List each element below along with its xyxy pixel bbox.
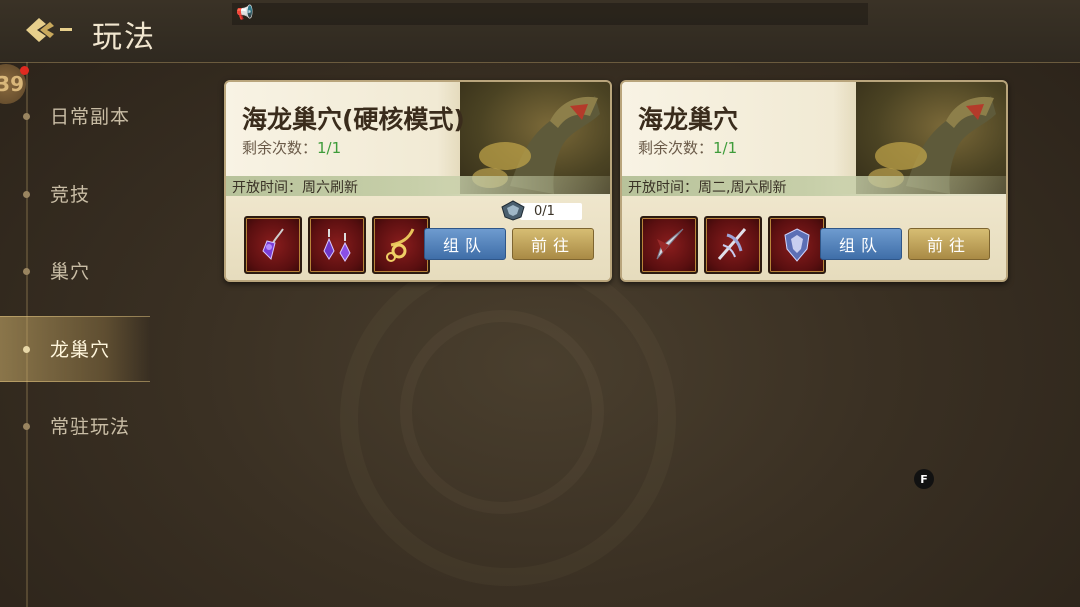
armor-icon [784, 228, 810, 262]
sidebar-item-label: 龙巢穴 [50, 339, 111, 361]
sidebar-item-label: 竞技 [50, 184, 91, 206]
claw-weapon-icon [717, 228, 747, 260]
remaining-value: 1/1 [317, 139, 342, 157]
team-button[interactable]: 组队 [424, 228, 506, 260]
remaining-label: 剩余次数： [242, 139, 318, 157]
nav-dot-icon [23, 268, 30, 275]
notification-dot [20, 66, 29, 75]
dungeon-card-hardcore: 海龙巢穴(硬核模式) 剩余次数：1/1 开放时间：周六刷新 0/1 组队 前往 [224, 80, 612, 282]
dungeon-card-normal: 海龙巢穴 剩余次数：1/1 开放时间：周二,周六刷新 组队 前往 [620, 80, 1008, 282]
dungeon-name: 海龙巢穴 [638, 105, 739, 134]
sidebar-item-label: 巢穴 [50, 261, 91, 283]
purple-pendant-icon [262, 228, 284, 260]
background-emblem-inner [400, 310, 604, 514]
top-bar: 玩法 📢 [0, 0, 1080, 63]
open-time-text: 开放时间：周六刷新 [232, 180, 358, 196]
go-button[interactable]: 前往 [512, 228, 594, 260]
scale-token-icon [501, 200, 525, 221]
remaining-label: 剩余次数： [638, 139, 714, 157]
open-time-bar: 开放时间：周六刷新 [226, 176, 610, 196]
sidebar-item-daily-dungeon[interactable]: 日常副本 [0, 84, 150, 148]
f-key-badge[interactable]: F [914, 469, 934, 489]
blade-icon [656, 228, 684, 260]
dungeon-name: 海龙巢穴(硬核模式) [242, 105, 465, 134]
nav-dot-icon [23, 113, 30, 120]
go-button[interactable]: 前往 [908, 228, 990, 260]
sidebar-item-arena[interactable]: 竞技 [0, 162, 150, 226]
remaining-attempts: 剩余次数：1/1 [242, 137, 341, 158]
gold-necklace-icon [386, 228, 415, 262]
token-count: 0/1 [534, 204, 555, 219]
reward-item-necklace[interactable] [372, 216, 430, 274]
back-button[interactable] [22, 10, 80, 50]
remaining-value: 1/1 [713, 139, 738, 157]
back-arrow-icon [26, 18, 72, 42]
remaining-attempts: 剩余次数：1/1 [638, 137, 737, 158]
announcement-bar[interactable]: 📢 [232, 3, 868, 25]
reward-item-pendant[interactable] [244, 216, 302, 274]
open-time-text: 开放时间：周二,周六刷新 [628, 180, 787, 196]
reward-item-claw[interactable] [704, 216, 762, 274]
sidebar-item-permanent[interactable]: 常驻玩法 [0, 394, 150, 458]
open-time-bar: 开放时间：周二,周六刷新 [622, 176, 1006, 196]
sidebar-item-nest[interactable]: 巢穴 [0, 239, 150, 303]
reward-item-earrings[interactable] [308, 216, 366, 274]
nav-dot-icon [23, 191, 30, 198]
sidebar-item-dragon-nest[interactable]: 龙巢穴 [0, 316, 150, 382]
page-title: 玩法 [92, 20, 156, 55]
purple-earrings-icon [323, 229, 351, 262]
nav-dot-icon [23, 423, 30, 430]
token-counter: 0/1 [500, 200, 582, 222]
reward-item-blade[interactable] [640, 216, 698, 274]
nav-dot-icon [23, 346, 30, 353]
team-button[interactable]: 组队 [820, 228, 902, 260]
sidebar-item-label: 常驻玩法 [50, 416, 131, 438]
reward-item-armor[interactable] [768, 216, 826, 274]
speaker-icon: 📢 [236, 5, 254, 21]
sidebar-item-label: 日常副本 [50, 106, 131, 128]
